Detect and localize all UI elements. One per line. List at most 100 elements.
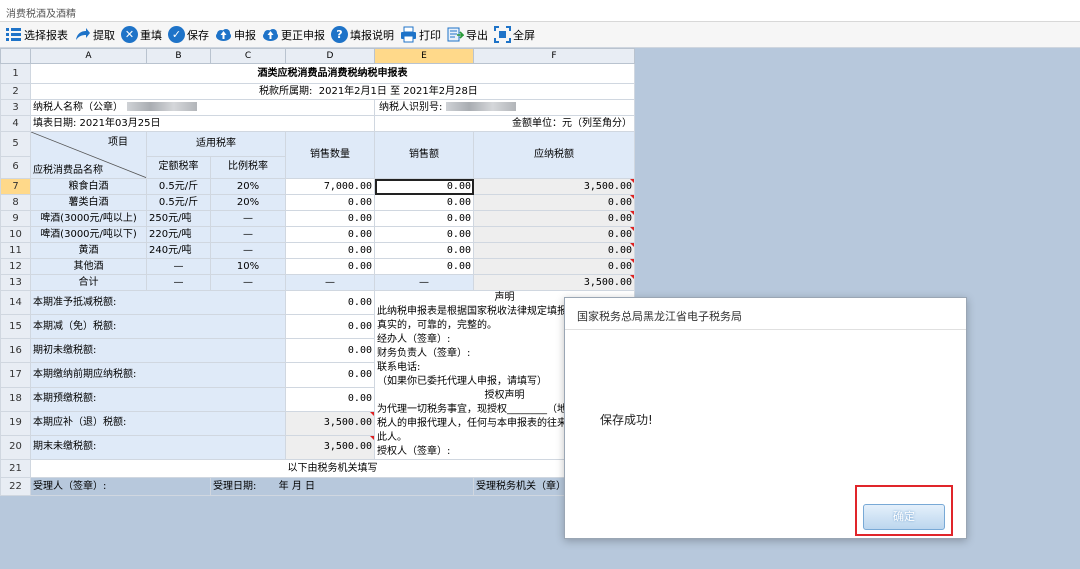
fill-guide-label: 填报说明 bbox=[350, 28, 394, 42]
quantity-input[interactable]: 7,000.00 bbox=[285, 178, 375, 195]
rate-header: 适用税率 bbox=[146, 131, 286, 157]
column-header-e[interactable]: E bbox=[374, 48, 474, 64]
sales-input[interactable]: 0.00 bbox=[374, 242, 474, 259]
row-header[interactable]: 12 bbox=[0, 258, 31, 275]
row-header[interactable]: 22 bbox=[0, 477, 31, 496]
row-header[interactable]: 7 bbox=[0, 178, 31, 195]
row-header[interactable]: 16 bbox=[0, 338, 31, 364]
tax-period-label: 税款所属期: bbox=[259, 85, 313, 97]
taxpayer-name-label: 纳税人名称（公章） bbox=[33, 101, 123, 113]
redo-arrow-icon bbox=[74, 26, 91, 43]
row-header[interactable]: 1 bbox=[0, 63, 31, 84]
sales-input[interactable]: 0.00 bbox=[374, 194, 474, 211]
quantity-input[interactable]: 0.00 bbox=[285, 194, 375, 211]
column-header-f[interactable]: F bbox=[473, 48, 635, 64]
table-row: 11 黄酒 240元/吨 — 0.00 0.00 0.00 bbox=[0, 242, 635, 259]
save-label: 保存 bbox=[187, 28, 209, 42]
row-header[interactable]: 13 bbox=[0, 274, 31, 291]
select-report-label: 选择报表 bbox=[24, 28, 68, 42]
summary-input[interactable]: 0.00 bbox=[285, 386, 375, 412]
column-header-c[interactable]: C bbox=[210, 48, 286, 64]
row-header[interactable]: 17 bbox=[0, 362, 31, 388]
row-header[interactable]: 20 bbox=[0, 434, 31, 461]
amount-unit: 金额单位：元（列至角分） bbox=[374, 115, 635, 132]
summary-input[interactable]: 0.00 bbox=[285, 338, 375, 364]
tax-period: 税款所属期: 2021年2月1日 至 2021年2月28日 bbox=[30, 83, 635, 100]
row-header[interactable]: 3 bbox=[0, 99, 31, 116]
row-header[interactable]: 10 bbox=[0, 226, 31, 243]
cloud-upload-icon bbox=[215, 26, 232, 43]
print-button[interactable]: 打印 bbox=[397, 24, 444, 46]
column-header-b[interactable]: B bbox=[146, 48, 211, 64]
tax-amount: 0.00 bbox=[473, 258, 635, 275]
tax-amount: 0.00 bbox=[473, 194, 635, 211]
total-tax: 3,500.00 bbox=[473, 274, 635, 291]
row-header[interactable]: 5 bbox=[0, 131, 31, 157]
summary-input[interactable]: 0.00 bbox=[285, 289, 375, 316]
ratio-rate-header: 比例税率 bbox=[210, 155, 286, 180]
row-header[interactable]: 18 bbox=[0, 386, 31, 412]
row-header[interactable]: 8 bbox=[0, 194, 31, 211]
fullscreen-button[interactable]: 全屏 bbox=[491, 24, 538, 46]
sales-header: 销售额 bbox=[374, 131, 474, 179]
sales-input[interactable]: 0.00 bbox=[374, 258, 474, 275]
row-header[interactable]: 2 bbox=[0, 83, 31, 100]
refill-button[interactable]: ✕ 重填 bbox=[118, 24, 165, 46]
office-fill-heading: 以下由税务机关填写 bbox=[30, 459, 635, 478]
correct-declare-button[interactable]: 更正申报 bbox=[259, 24, 328, 46]
summary-value: 3,500.00 bbox=[285, 410, 375, 436]
total-quantity: — bbox=[285, 274, 375, 291]
print-label: 打印 bbox=[419, 28, 441, 42]
summary-label: 期初未缴税额: bbox=[30, 338, 286, 364]
row-header[interactable]: 15 bbox=[0, 314, 31, 340]
product-name: 啤酒(3000元/吨以下) bbox=[30, 226, 147, 243]
quantity-input[interactable]: 0.00 bbox=[285, 226, 375, 243]
taxpayer-id: 纳税人识别号: bbox=[374, 99, 635, 116]
table-row: 8 薯类白酒 0.5元/斤 20% 0.00 0.00 0.00 bbox=[0, 194, 635, 211]
fixed-rate: — bbox=[146, 258, 211, 275]
row-header[interactable]: 14 bbox=[0, 289, 31, 316]
product-name: 黄酒 bbox=[30, 242, 147, 259]
table-row: 12 其他酒 — 10% 0.00 0.00 0.00 bbox=[0, 258, 635, 275]
summary-input[interactable]: 0.00 bbox=[285, 314, 375, 340]
receiver-signature: 受理人（签章）: bbox=[30, 477, 211, 496]
ratio-rate: 20% bbox=[210, 194, 286, 211]
row-header[interactable]: 9 bbox=[0, 210, 31, 227]
row-header[interactable]: 21 bbox=[0, 459, 31, 478]
row-header[interactable]: 6 bbox=[0, 155, 31, 180]
corner-cell[interactable] bbox=[0, 48, 31, 64]
sales-input[interactable]: 0.00 bbox=[374, 226, 474, 243]
summary-label: 本期准予抵减税额: bbox=[30, 289, 286, 316]
sales-input[interactable]: 0.00 bbox=[374, 210, 474, 227]
tax-period-value: 2021年2月1日 至 2021年2月28日 bbox=[318, 85, 478, 97]
quantity-input[interactable]: 0.00 bbox=[285, 242, 375, 259]
cloud-upload-icon bbox=[262, 26, 279, 43]
declare-button[interactable]: 申报 bbox=[212, 24, 259, 46]
ratio-rate: 20% bbox=[210, 178, 286, 195]
fill-guide-button[interactable]: ? 填报说明 bbox=[328, 24, 397, 46]
window-title: 消费税酒及酒精 bbox=[0, 0, 1080, 22]
select-report-button[interactable]: 选择报表 bbox=[2, 24, 71, 46]
summary-input[interactable]: 0.00 bbox=[285, 362, 375, 388]
row-header[interactable]: 19 bbox=[0, 410, 31, 436]
declare-label: 申报 bbox=[234, 28, 256, 42]
fullscreen-label: 全屏 bbox=[513, 28, 535, 42]
dialog-message: 保存成功! bbox=[600, 413, 653, 427]
row-header[interactable]: 4 bbox=[0, 115, 31, 132]
row-header[interactable]: 11 bbox=[0, 242, 31, 259]
quantity-input[interactable]: 0.00 bbox=[285, 210, 375, 227]
sales-input[interactable]: 0.00 bbox=[374, 178, 474, 195]
save-button[interactable]: ✓ 保存 bbox=[165, 24, 212, 46]
item-header-diagonal: 项目 应税消费品名称 bbox=[30, 131, 147, 179]
quantity-input[interactable]: 0.00 bbox=[285, 258, 375, 275]
total-sales: — bbox=[374, 274, 474, 291]
column-header-a[interactable]: A bbox=[30, 48, 147, 64]
summary-value: 3,500.00 bbox=[285, 434, 375, 461]
summary-label: 本期缴纳前期应纳税额: bbox=[30, 362, 286, 388]
export-button[interactable]: 导出 bbox=[444, 24, 491, 46]
column-header-d[interactable]: D bbox=[285, 48, 375, 64]
extract-button[interactable]: 提取 bbox=[71, 24, 118, 46]
fullscreen-icon bbox=[494, 26, 511, 43]
dialog-title: 国家税务总局黑龙江省电子税务局 bbox=[565, 298, 966, 330]
confirm-button[interactable]: 确定 bbox=[863, 504, 945, 530]
